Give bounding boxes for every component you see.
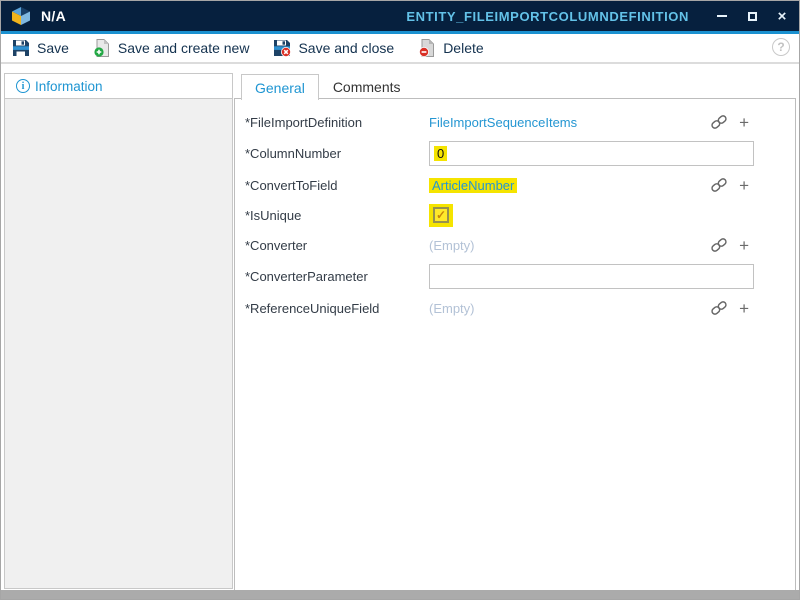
window-bottom-edge [1, 590, 799, 599]
isunique-highlight: ✓ [429, 204, 453, 227]
delete-icon [417, 38, 437, 58]
help-icon[interactable]: ? [772, 38, 790, 56]
field-row-columnnumber: *ColumnNumber 0 [245, 137, 795, 170]
delete-button[interactable]: Delete [414, 36, 486, 60]
add-record-icon[interactable]: + [739, 300, 749, 317]
converter-value[interactable]: (Empty) [429, 238, 475, 253]
link-record-icon[interactable] [710, 176, 728, 194]
field-label: *ReferenceUniqueField [245, 301, 429, 316]
tab-general[interactable]: General [241, 74, 319, 100]
save-and-create-new-button-label: Save and create new [118, 40, 250, 56]
toolbar: Save Save and create new [1, 34, 799, 64]
app-logo-icon [11, 6, 31, 26]
save-and-close-button-label: Save and close [298, 40, 394, 56]
close-icon[interactable]: × [775, 9, 789, 23]
maximize-icon[interactable] [745, 9, 759, 23]
add-record-icon[interactable]: + [739, 114, 749, 131]
save-and-close-button[interactable]: Save and close [269, 36, 397, 60]
app-window: N/A ENTITY_FILEIMPORTCOLUMNDEFINITION × … [0, 0, 800, 600]
delete-button-label: Delete [443, 40, 483, 56]
field-label: *IsUnique [245, 208, 429, 223]
converterparameter-input[interactable] [429, 264, 754, 289]
save-icon [11, 38, 31, 58]
tab-bar: General Comments [241, 74, 415, 99]
app-label: N/A [41, 8, 66, 24]
add-record-icon[interactable]: + [739, 177, 749, 194]
save-and-create-new-button[interactable]: Save and create new [89, 36, 253, 60]
field-row-referenceuniquefield: *ReferenceUniqueField (Empty) + [245, 293, 795, 323]
info-icon: i [16, 79, 30, 93]
titlebar: N/A ENTITY_FILEIMPORTCOLUMNDEFINITION × [1, 1, 799, 31]
add-record-icon[interactable]: + [739, 237, 749, 254]
field-label: *ColumnNumber [245, 146, 429, 161]
general-tab-panel: *FileImportDefinition FileImportSequence… [234, 98, 796, 591]
sidebar-panel [4, 99, 233, 589]
tab-comments[interactable]: Comments [319, 74, 415, 99]
link-record-icon[interactable] [710, 113, 728, 131]
field-row-converter: *Converter (Empty) + [245, 230, 795, 260]
sidebar-item-information[interactable]: i Information [4, 73, 233, 99]
fileimportdefinition-value-link[interactable]: FileImportSequenceItems [429, 115, 577, 130]
field-label: *FileImportDefinition [245, 115, 429, 130]
save-button-label: Save [37, 40, 69, 56]
save-close-icon [272, 38, 292, 58]
sidebar-item-label: Information [35, 79, 103, 94]
save-button[interactable]: Save [8, 36, 72, 60]
field-label: *Converter [245, 238, 429, 253]
columnnumber-value: 0 [434, 146, 447, 161]
field-row-converterparameter: *ConverterParameter [245, 260, 795, 293]
save-create-new-icon [92, 38, 112, 58]
link-record-icon[interactable] [710, 299, 728, 317]
field-label: *ConverterParameter [245, 269, 429, 284]
entity-title: ENTITY_FILEIMPORTCOLUMNDEFINITION [406, 9, 689, 24]
minimize-icon[interactable] [715, 9, 729, 23]
link-record-icon[interactable] [710, 236, 728, 254]
referenceuniquefield-value[interactable]: (Empty) [429, 301, 475, 316]
checkmark-icon: ✓ [436, 208, 446, 222]
window-controls: × [715, 9, 789, 23]
converttofield-value-link[interactable]: ArticleNumber [429, 178, 517, 193]
field-label: *ConvertToField [245, 178, 429, 193]
columnnumber-input[interactable]: 0 [429, 141, 754, 166]
field-row-isunique: *IsUnique ✓ [245, 200, 795, 230]
isunique-checkbox[interactable]: ✓ [433, 207, 449, 223]
field-row-converttofield: *ConvertToField ArticleNumber + [245, 170, 795, 200]
field-row-fileimportdefinition: *FileImportDefinition FileImportSequence… [245, 107, 795, 137]
entity-form: *FileImportDefinition FileImportSequence… [235, 99, 795, 323]
